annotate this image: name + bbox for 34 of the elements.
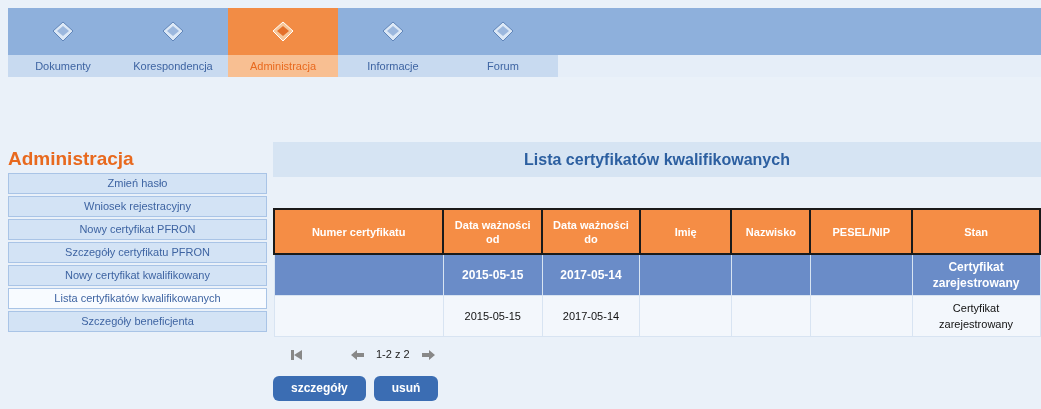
sidebar-item[interactable]: Szczegóły beneficjenta [8, 311, 267, 332]
first-page-icon[interactable] [291, 349, 303, 360]
sidebar-item[interactable]: Nowy certyfikat PFRON [8, 219, 267, 240]
table-row[interactable]: 2015-05-15 2017-05-14 Certyfikat zarejestrowany [274, 295, 1040, 336]
table-cell: 2015-05-15 [462, 267, 524, 282]
table-cell: 2017-05-14 [562, 309, 620, 322]
panel-title: Lista certyfikatów kwalifikowanych [273, 142, 1041, 177]
nav-tab[interactable]: Korespondencja [118, 8, 228, 77]
table-cell: 2017-05-14 [560, 267, 622, 282]
sidebar-item[interactable]: Nowy certyfikat kwalifikowany [8, 265, 267, 286]
column-header: Imię [639, 209, 732, 254]
left-arrow-icon[interactable] [351, 349, 364, 360]
sidebar-item[interactable]: Szczegóły certyfikatu PFRON [8, 242, 267, 263]
sidebar-item[interactable]: Zmień hasło [8, 173, 267, 194]
column-header: Nazwisko [731, 209, 811, 254]
action-button[interactable]: usuń [373, 375, 439, 401]
nav-tab[interactable]: Forum [448, 8, 558, 77]
column-header: Data ważności od [443, 209, 543, 254]
column-header: Numer certyfikatu [274, 209, 444, 254]
sidebar-title: Administracja [8, 147, 135, 171]
table-cell: Certyfikat zarejestrowany [932, 259, 1020, 290]
sidebar-item[interactable]: Lista certyfikatów kwalifikowanych [8, 288, 267, 309]
action-button[interactable]: szczegóły [273, 375, 366, 401]
column-header: PESEL/NIP [810, 209, 913, 254]
table-cell: 2015-05-15 [464, 309, 521, 322]
table-row[interactable]: 2015-05-15 2017-05-14 Certyfikat zarejestrowany [274, 254, 1040, 295]
nav-tab[interactable]: Informacje [338, 8, 448, 77]
column-header: Data ważności do [542, 209, 640, 254]
sidebar-item[interactable]: Wniosek rejestracyjny [8, 196, 267, 217]
table-cell: Certyfikat zarejestrowany [939, 301, 1014, 330]
column-header: Stan [912, 209, 1040, 254]
nav-tab[interactable]: Dokumenty [8, 8, 118, 77]
page-range: 1-2 z 2 [375, 347, 411, 363]
right-arrow-icon[interactable] [421, 349, 435, 360]
